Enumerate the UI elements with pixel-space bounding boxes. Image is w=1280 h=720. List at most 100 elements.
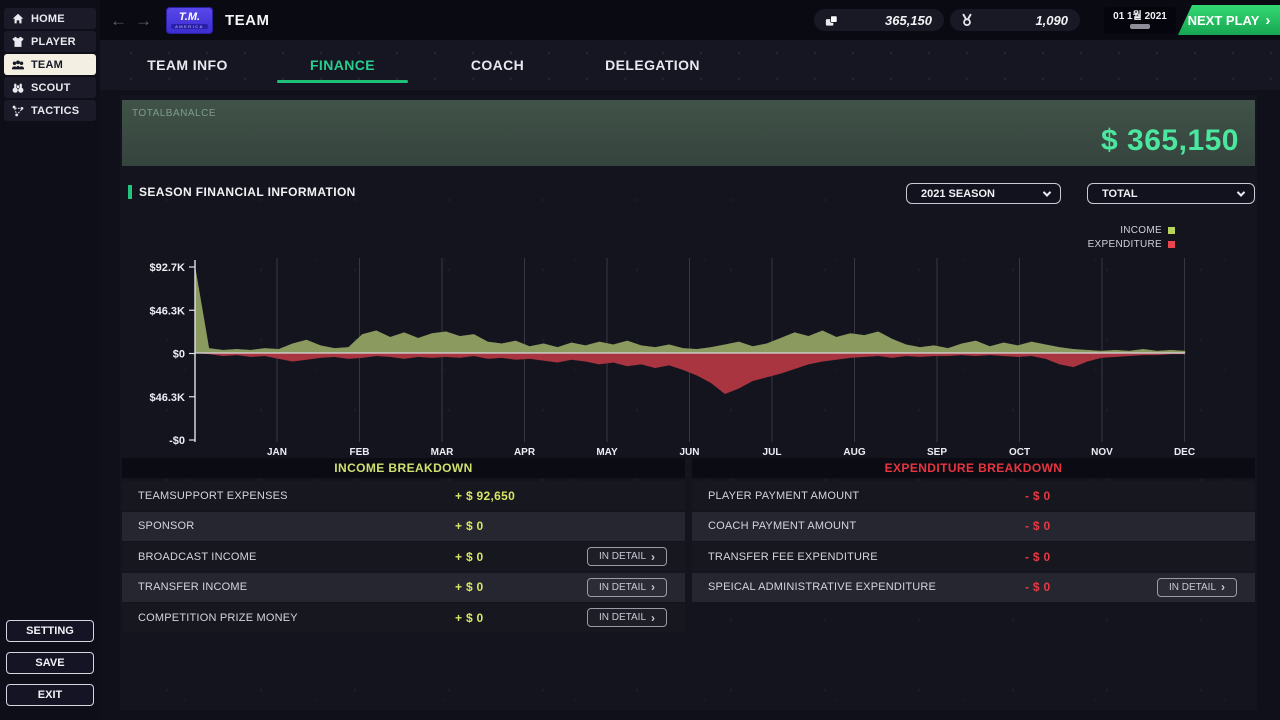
in-detail-button[interactable]: IN DETAIL› [1157, 578, 1237, 597]
total-balance-value: $ 365,150 [1101, 124, 1239, 158]
row-value: + $ 0 [455, 550, 585, 564]
svg-text:$46.3K: $46.3K [150, 392, 186, 404]
home-icon [11, 12, 25, 26]
tab-team-info[interactable]: TEAM INFO [110, 40, 265, 90]
exit-button[interactable]: EXIT [6, 684, 94, 706]
row-value: + $ 92,650 [455, 489, 585, 503]
row-value: - $ 0 [1025, 550, 1155, 564]
next-play-button[interactable]: NEXT PLAY › [1178, 5, 1280, 35]
in-detail-button[interactable]: IN DETAIL› [587, 547, 667, 566]
season-header-row: SEASON FINANCIAL INFORMATION 2021 SEASON… [120, 183, 1257, 207]
sidebar-item-label: HOME [31, 13, 65, 25]
finance-panel: TOTALBANALCE $ 365,150 SEASON FINANCIAL … [120, 95, 1257, 710]
chevron-right-icon: › [651, 551, 655, 563]
svg-text:$46.3K: $46.3K [150, 305, 186, 317]
date-badge: 01 1월 2021 [1104, 7, 1176, 34]
chart-legend: INCOME EXPENDITURE [1088, 225, 1175, 250]
row-label: TRANSFER FEE EXPENDITURE [708, 551, 1025, 563]
sidebar-item-label: TEAM [31, 59, 63, 71]
svg-text:APR: APR [514, 447, 536, 458]
row-label: SPONSOR [138, 520, 455, 532]
tactics-icon [11, 104, 25, 118]
table-row: TRANSFER INCOME+ $ 0IN DETAIL› [122, 573, 685, 602]
team-icon [11, 58, 25, 72]
svg-text:SEP: SEP [927, 447, 947, 458]
svg-text:-$0: -$0 [169, 435, 185, 447]
table-row: PLAYER PAYMENT AMOUNT- $ 0 [692, 481, 1255, 510]
tab-finance[interactable]: FINANCE [265, 40, 420, 90]
svg-text:JUN: JUN [679, 447, 699, 458]
tab-delegation[interactable]: DELEGATION [575, 40, 730, 90]
money-value: 365,150 [885, 13, 932, 28]
income-breakdown-title: INCOME BREAKDOWN [122, 458, 685, 478]
in-detail-button[interactable]: IN DETAIL› [587, 608, 667, 627]
forward-arrow-icon[interactable]: → [135, 12, 152, 29]
tab-coach[interactable]: COACH [420, 40, 575, 90]
legend-income-swatch [1168, 227, 1175, 234]
svg-text:$0: $0 [173, 349, 185, 361]
sidebar: HOME PLAYER TEAM SCOUT TACTICS SETTING S… [0, 0, 100, 720]
row-label: SPEICAL ADMINISTRATIVE EXPENDITURE [708, 581, 1025, 593]
section-title: SEASON FINANCIAL INFORMATION [128, 185, 356, 199]
svg-text:$92.7K: $92.7K [150, 262, 186, 274]
svg-text:NOV: NOV [1091, 447, 1113, 458]
money-icon [824, 13, 839, 28]
next-play-label: NEXT PLAY [1188, 13, 1260, 28]
sidebar-item-tactics[interactable]: TACTICS [4, 100, 96, 121]
income-breakdown-table: INCOME BREAKDOWN TEAMSUPPORT EXPENSES+ $… [122, 458, 685, 634]
back-arrow-icon[interactable]: ← [110, 12, 127, 29]
binoculars-icon [11, 81, 25, 95]
svg-text:AUG: AUG [843, 447, 865, 458]
in-detail-button[interactable]: IN DETAIL› [587, 578, 667, 597]
money-chip: 365,150 [814, 9, 944, 31]
svg-text:MAY: MAY [596, 447, 618, 458]
sidebar-item-home[interactable]: HOME [4, 8, 96, 29]
season-select[interactable]: 2021 SEASON [906, 183, 1061, 204]
sidebar-item-player[interactable]: PLAYER [4, 31, 96, 52]
svg-text:FEB: FEB [350, 447, 370, 458]
sidebar-item-team[interactable]: TEAM [4, 54, 96, 75]
chevron-down-icon [1043, 188, 1051, 196]
svg-text:OCT: OCT [1009, 447, 1030, 458]
sidebar-item-label: SCOUT [31, 82, 71, 94]
table-row: TEAMSUPPORT EXPENSES+ $ 92,650 [122, 481, 685, 510]
current-date: 01 1월 2021 [1113, 11, 1167, 22]
row-label: COACH PAYMENT AMOUNT [708, 520, 1025, 532]
save-button[interactable]: SAVE [6, 652, 94, 674]
logo-text: T.M. [179, 12, 200, 23]
sidebar-item-scout[interactable]: SCOUT [4, 77, 96, 98]
medal-chip: 1,090 [950, 9, 1080, 31]
row-value: + $ 0 [455, 611, 585, 625]
legend-income-label: INCOME [1120, 225, 1162, 236]
table-row: SPONSOR+ $ 0 [122, 512, 685, 541]
tm-america-logo: T.M. AMERICA [166, 7, 213, 34]
svg-text:JUL: JUL [763, 447, 782, 458]
medal-value: 1,090 [1035, 13, 1068, 28]
table-row: SPEICAL ADMINISTRATIVE EXPENDITURE- $ 0I… [692, 573, 1255, 602]
finance-area-chart: JAN FEB MAR APR MAY JUN JUL AUG SEP OCT NOV DEC $92.… [125, 250, 1245, 462]
row-value: - $ 0 [1025, 580, 1155, 594]
row-value: - $ 0 [1025, 489, 1155, 503]
table-row: COMPETITION PRIZE MONEY+ $ 0IN DETAIL› [122, 603, 685, 632]
legend-expenditure-swatch [1168, 241, 1175, 248]
row-label: COMPETITION PRIZE MONEY [138, 612, 455, 624]
chevron-down-icon [1237, 188, 1245, 196]
svg-text:DEC: DEC [1174, 447, 1195, 458]
tabbar: TEAM INFOFINANCECOACHDELEGATION [100, 40, 1280, 90]
topbar: ← → T.M. AMERICA TEAM 365,150 1,090 01 1… [100, 0, 1280, 40]
medal-icon [960, 13, 974, 27]
expenditure-breakdown-title: EXPENDITURE BREAKDOWN [692, 458, 1255, 478]
row-label: PLAYER PAYMENT AMOUNT [708, 490, 1025, 502]
chevron-right-icon: › [1265, 12, 1270, 29]
legend-expenditure-label: EXPENDITURE [1088, 239, 1162, 250]
svg-text:MAR: MAR [431, 447, 455, 458]
svg-text:JAN: JAN [267, 447, 287, 458]
row-label: TEAMSUPPORT EXPENSES [138, 490, 455, 502]
setting-button[interactable]: SETTING [6, 620, 94, 642]
total-balance-label: TOTALBANALCE [132, 108, 216, 119]
table-row: COACH PAYMENT AMOUNT- $ 0 [692, 512, 1255, 541]
scope-select[interactable]: TOTAL [1087, 183, 1255, 204]
expenditure-breakdown-table: EXPENDITURE BREAKDOWN PLAYER PAYMENT AMO… [692, 458, 1255, 634]
row-label: BROADCAST INCOME [138, 551, 455, 563]
content-area: TEAM INFOFINANCECOACHDELEGATION TOTALBAN… [100, 40, 1280, 720]
